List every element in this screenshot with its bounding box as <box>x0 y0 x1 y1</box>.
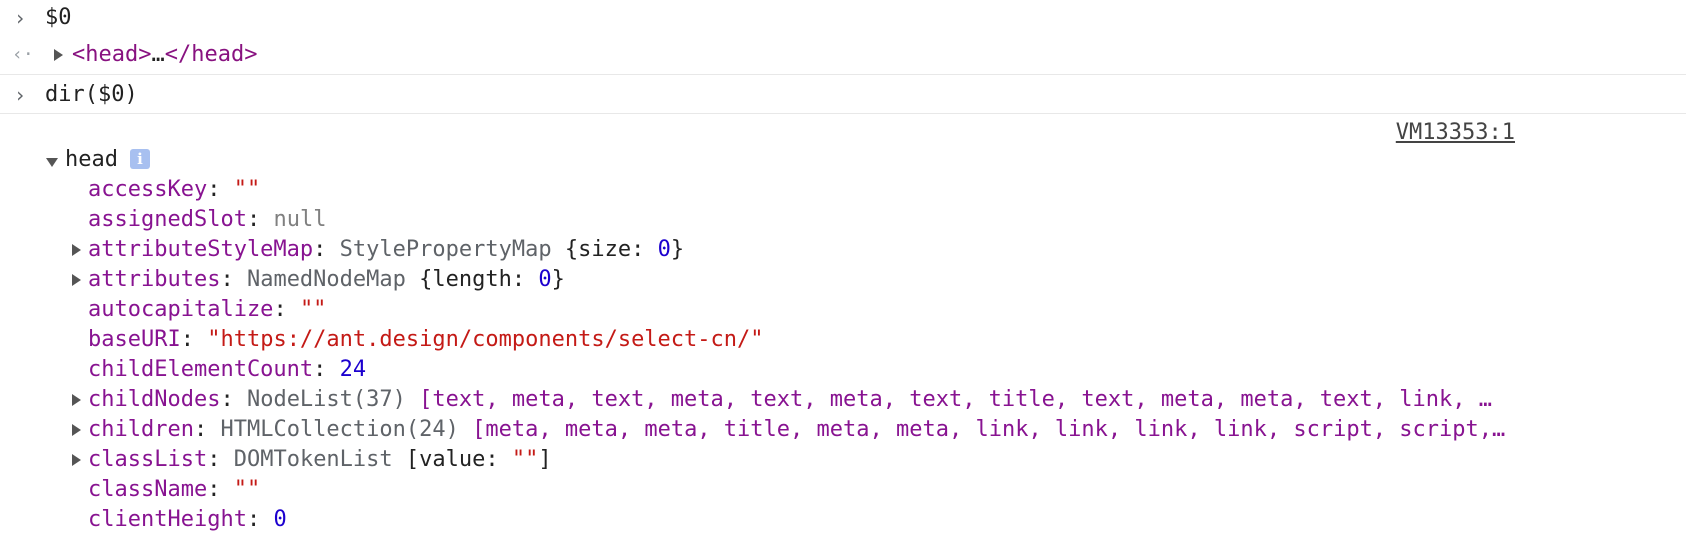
collapsed-ellipsis: … <box>151 42 165 67</box>
property-class: HTMLCollection(24) <box>220 417 473 442</box>
preview-close: } <box>551 267 565 292</box>
colon: : <box>220 387 247 412</box>
property-value: "" <box>233 477 261 502</box>
colon: : <box>207 477 234 502</box>
property-value: 24 <box>339 357 367 382</box>
colon: : <box>207 447 234 472</box>
open-tag: <head> <box>72 42 152 67</box>
collapse-triangle-icon[interactable] <box>46 155 58 167</box>
return-arrow-icon: ‹· <box>12 44 34 65</box>
colon: : <box>220 267 247 292</box>
property-key: autocapitalize <box>88 297 274 322</box>
preview-open: {length: <box>419 267 539 292</box>
devtools-console: › $0 ‹· <head>…</head> › dir($0) VM13353… <box>0 0 1686 558</box>
property-row: baseURI: "https://ant.design/components/… <box>0 325 1686 355</box>
preview-open: [value: <box>405 447 512 472</box>
info-icon[interactable]: i <box>130 145 150 175</box>
property-key: accessKey <box>88 177 208 202</box>
property-content: autocapitalize: "" <box>88 295 326 325</box>
preview-string: "" <box>511 447 539 472</box>
property-value: "https://ant.design/components/select-cn… <box>207 327 764 352</box>
property-preview: [meta, meta, meta, title, meta, meta, li… <box>472 417 1506 442</box>
colon: : <box>273 297 300 322</box>
prompt-icon: › <box>14 83 27 107</box>
property-row: assignedSlot: null <box>0 205 1686 235</box>
element-node[interactable]: <head>…</head> <box>72 40 257 70</box>
property-row: childElementCount: 24 <box>0 355 1686 385</box>
property-key: childElementCount <box>88 357 314 382</box>
property-key: assignedSlot <box>88 207 247 232</box>
property-value: null <box>273 207 327 232</box>
property-row[interactable]: classList: DOMTokenList [value: ""] <box>0 445 1686 475</box>
property-value: "" <box>233 177 261 202</box>
property-key: children <box>88 417 194 442</box>
property-row: autocapitalize: "" <box>0 295 1686 325</box>
prompt-icon: › <box>14 6 27 30</box>
property-class: NamedNodeMap <box>246 267 420 292</box>
property-content: children: HTMLCollection(24) [meta, meta… <box>88 415 1505 445</box>
property-key: clientHeight <box>88 507 247 532</box>
console-input-text[interactable]: dir($0) <box>45 80 138 110</box>
colon: : <box>313 357 340 382</box>
property-content: className: "" <box>88 475 260 505</box>
source-link[interactable]: VM13353:1 <box>1396 118 1515 148</box>
property-class: DOMTokenList <box>233 447 406 472</box>
property-key: childNodes <box>88 387 221 412</box>
preview-number: 0 <box>657 237 671 262</box>
property-content: assignedSlot: null <box>88 205 326 235</box>
expand-triangle-icon[interactable] <box>72 394 81 406</box>
colon: : <box>246 207 274 232</box>
separator <box>0 74 1686 75</box>
expand-triangle-icon[interactable] <box>72 424 81 436</box>
console-input-row: › dir($0) <box>0 80 1686 110</box>
console-input-row: › $0 <box>0 3 1686 33</box>
property-content: attributes: NamedNodeMap {length: 0} <box>88 265 565 295</box>
colon: : <box>313 237 340 262</box>
property-preview: [text, meta, text, meta, text, meta, tex… <box>419 387 1492 412</box>
property-row[interactable]: attributeStyleMap: StylePropertyMap {siz… <box>0 235 1686 265</box>
property-row[interactable]: children: HTMLCollection(24) [meta, meta… <box>0 415 1686 445</box>
property-row: className: "" <box>0 475 1686 505</box>
expand-triangle-icon[interactable] <box>72 454 81 466</box>
object-name: head <box>65 147 118 172</box>
colon: : <box>246 507 274 532</box>
preview-number: 0 <box>538 267 552 292</box>
separator <box>0 113 1686 114</box>
expand-triangle-icon[interactable] <box>54 49 63 61</box>
expand-triangle-icon[interactable] <box>72 244 81 256</box>
property-value: "" <box>299 297 327 322</box>
property-row[interactable]: attributes: NamedNodeMap {length: 0} <box>0 265 1686 295</box>
property-content: accessKey: "" <box>88 175 260 205</box>
close-tag: </head> <box>164 42 258 67</box>
property-key: attributes <box>88 267 221 292</box>
property-key: className <box>88 477 208 502</box>
console-input-text[interactable]: $0 <box>45 3 72 33</box>
property-content: classList: DOMTokenList [value: ""] <box>88 445 552 475</box>
property-value: 0 <box>273 507 287 532</box>
property-key: classList <box>88 447 208 472</box>
property-content: baseURI: "https://ant.design/components/… <box>88 325 764 355</box>
property-key: attributeStyleMap <box>88 237 314 262</box>
property-content: attributeStyleMap: StylePropertyMap {siz… <box>88 235 684 265</box>
colon: : <box>180 327 208 352</box>
preview-close: ] <box>538 447 552 472</box>
property-class: StylePropertyMap <box>339 237 565 262</box>
property-row: accessKey: "" <box>0 175 1686 205</box>
colon: : <box>207 177 234 202</box>
preview-open: {size: <box>564 237 658 262</box>
property-content: childElementCount: 24 <box>88 355 366 385</box>
property-content: childNodes: NodeList(37) [text, meta, te… <box>88 385 1492 415</box>
console-output-row: ‹· <head>…</head> <box>0 40 1686 70</box>
colon: : <box>193 417 221 442</box>
property-class: NodeList(37) <box>246 387 420 412</box>
property-key: baseURI <box>88 327 181 352</box>
preview-close: } <box>670 237 685 262</box>
expand-triangle-icon[interactable] <box>72 274 81 286</box>
object-header[interactable]: head i <box>0 145 1686 175</box>
property-row[interactable]: childNodes: NodeList(37) [text, meta, te… <box>0 385 1686 415</box>
property-content: clientHeight: 0 <box>88 505 287 535</box>
property-row: clientHeight: 0 <box>0 505 1686 535</box>
